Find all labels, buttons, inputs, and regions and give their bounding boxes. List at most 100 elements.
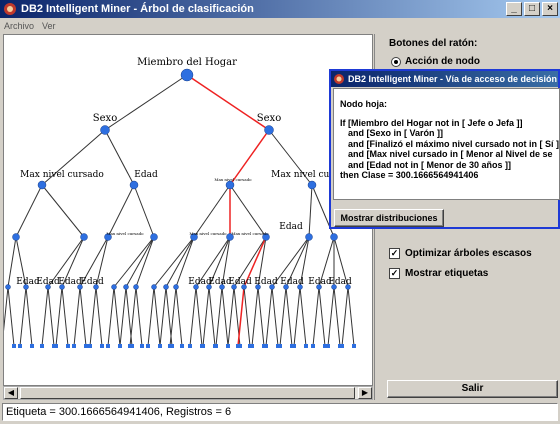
tree-edge — [243, 286, 251, 347]
tree-edge — [189, 286, 197, 347]
level2-node-3[interactable] — [225, 180, 235, 190]
tree-edge — [104, 129, 135, 186]
leaf-node[interactable] — [100, 344, 104, 348]
show-labels-checkbox[interactable]: ✓ Mostrar etiquetas — [389, 268, 488, 279]
level4-node-12[interactable] — [173, 284, 179, 290]
maximize-button[interactable]: □ — [524, 2, 540, 16]
leaf-node[interactable] — [292, 344, 296, 348]
checkbox-icon[interactable]: ✓ — [389, 248, 400, 259]
checkbox-label-2: Mostrar etiquetas — [405, 268, 489, 279]
leaf-node[interactable] — [72, 344, 76, 348]
tree-edge — [61, 286, 69, 347]
minimize-button[interactable]: _ — [506, 2, 522, 16]
leaf-node[interactable] — [214, 344, 218, 348]
tree-edge — [279, 286, 287, 347]
leaf-node[interactable] — [304, 344, 308, 348]
tree-edge — [333, 286, 341, 347]
rule-line-3: and [Finalizó el máximo nivel cursado no… — [348, 138, 560, 149]
leaf-node[interactable] — [340, 344, 344, 348]
window-title: DB2 Intelligent Miner - Árbol de clasifi… — [21, 3, 254, 15]
leaf-node[interactable] — [311, 344, 315, 348]
tree-edge — [55, 286, 63, 347]
leaf-node[interactable] — [168, 344, 172, 348]
classification-tree[interactable]: Miembro del Hogar Sexo Sexo Max nivel cu… — [0, 35, 372, 385]
leaf-node[interactable] — [12, 344, 16, 348]
level2-node-4[interactable] — [307, 180, 317, 190]
leaf-node[interactable] — [84, 344, 88, 348]
level2-node-2[interactable] — [129, 180, 139, 190]
leaf-node[interactable] — [54, 344, 58, 348]
tree-edge — [7, 286, 15, 347]
optimize-checkbox[interactable]: ✓ Optimizar árboles escasos — [389, 248, 532, 259]
level1-node-2[interactable] — [264, 125, 274, 135]
scroll-thumb[interactable] — [20, 387, 355, 399]
level4-node-7[interactable] — [111, 284, 117, 290]
leaf-node[interactable] — [146, 344, 150, 348]
tree-edge — [19, 286, 27, 347]
checkbox-icon[interactable]: ✓ — [389, 268, 400, 279]
leaf-node[interactable] — [250, 344, 254, 348]
leaf-node[interactable] — [201, 344, 205, 348]
small-label-4: Max nivel cursado — [214, 177, 252, 182]
radio-icon[interactable] — [391, 56, 401, 67]
level3-node-9[interactable] — [330, 233, 338, 241]
level4-node-8[interactable] — [123, 284, 129, 290]
leaf-node[interactable] — [106, 344, 110, 348]
tree-edge — [327, 286, 335, 347]
leaf-node[interactable] — [30, 344, 34, 348]
tree-canvas[interactable]: Miembro del Hogar Sexo Sexo Max nivel cu… — [0, 34, 373, 386]
leaf-node[interactable] — [326, 344, 330, 348]
close-button[interactable]: × — [542, 2, 558, 16]
level3-node-8[interactable] — [305, 233, 313, 241]
level3-node-1[interactable] — [12, 233, 20, 241]
scroll-right-arrow[interactable]: ▶ — [358, 387, 372, 399]
level4-node-11[interactable] — [163, 284, 169, 290]
node-action-radio[interactable]: Acción de nodo — [391, 56, 480, 67]
leaf-node[interactable] — [226, 344, 230, 348]
level3-node-4[interactable] — [150, 233, 158, 241]
level3-node-2[interactable] — [80, 233, 88, 241]
small-label-1: Max nivel cursado — [106, 231, 144, 236]
exit-button[interactable]: Salir — [387, 380, 558, 398]
leaf-node[interactable] — [88, 344, 92, 348]
tree-edge — [215, 286, 223, 347]
dialog-titlebar: DB2 Intelligent Miner - Vía de acceso de… — [331, 71, 558, 87]
tree-edge — [1, 286, 9, 347]
level4-node-9[interactable] — [133, 284, 139, 290]
show-distributions-button[interactable]: Mostrar distribuciones — [334, 209, 444, 227]
menu-ver[interactable]: Ver — [42, 21, 56, 31]
leaf-node[interactable] — [118, 344, 122, 348]
leaf-node[interactable] — [352, 344, 356, 348]
tree-edge — [125, 236, 155, 288]
tree-edge — [285, 286, 293, 347]
leaf-node[interactable] — [40, 344, 44, 348]
leaf-node[interactable] — [128, 344, 132, 348]
horizontal-scrollbar[interactable]: ◀ ▶ — [3, 386, 373, 400]
small-label-2: Max nivel cursado — [189, 231, 227, 236]
tree-edge — [133, 184, 155, 238]
level2-node-1[interactable] — [37, 180, 47, 190]
tree-edge — [175, 286, 183, 347]
tree-edge — [73, 286, 81, 347]
menu-archivo[interactable]: Archivo — [4, 21, 34, 31]
rule-line-6: then Clase = 300.1666564941406 — [340, 170, 479, 180]
level4-node-10[interactable] — [151, 284, 157, 290]
rule-line-1: If [Miembro del Hogar not in [ Jefe o Je… — [340, 117, 523, 128]
leaf-node[interactable] — [140, 344, 144, 348]
tree-edge — [89, 286, 97, 347]
leaf-node[interactable] — [278, 344, 282, 348]
level1-node-1[interactable] — [100, 125, 110, 135]
leaf-node[interactable] — [66, 344, 70, 348]
dialog-title: DB2 Intelligent Miner - Vía de acceso de… — [348, 74, 558, 84]
scroll-left-arrow[interactable]: ◀ — [4, 387, 18, 399]
root-node[interactable] — [180, 68, 194, 82]
tree-edge — [229, 184, 267, 238]
leaf-node[interactable] — [180, 344, 184, 348]
level4-node-1[interactable] — [5, 284, 11, 290]
dialog-content: Nodo hoja: If [Miembro del Hogar not in … — [333, 88, 560, 200]
leaf-node[interactable] — [236, 344, 240, 348]
leaf-node[interactable] — [264, 344, 268, 348]
leaf-node[interactable] — [188, 344, 192, 348]
leaf-node[interactable] — [18, 344, 22, 348]
leaf-node[interactable] — [158, 344, 162, 348]
